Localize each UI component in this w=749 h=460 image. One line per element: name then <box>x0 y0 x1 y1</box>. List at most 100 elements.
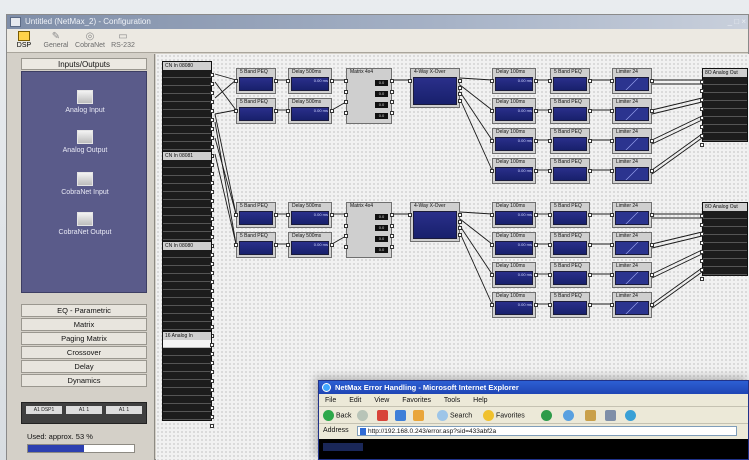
input-channel-slot[interactable] <box>163 364 211 372</box>
output-port[interactable] <box>210 343 214 347</box>
output-port[interactable] <box>210 208 214 212</box>
output-port[interactable] <box>650 79 654 83</box>
mail-button[interactable] <box>585 410 598 421</box>
output-port[interactable] <box>390 79 394 83</box>
input-port[interactable] <box>700 259 704 263</box>
delay-block[interactable]: Delay 100ms 0.00 ms <box>490 292 538 318</box>
output-port[interactable] <box>210 73 214 77</box>
output-port[interactable] <box>210 397 214 401</box>
output-channel-slot[interactable] <box>703 219 747 227</box>
delay-block[interactable]: Delay 100ms 0.00 ms <box>490 158 538 184</box>
input-channel-slot[interactable] <box>163 314 211 322</box>
input-port[interactable] <box>610 109 614 113</box>
messenger-button[interactable] <box>625 410 638 421</box>
output-port[interactable] <box>210 145 214 149</box>
input-channel-slot[interactable] <box>163 200 211 208</box>
signal-wire[interactable] <box>651 271 703 309</box>
output-port[interactable] <box>588 79 592 83</box>
input-port[interactable] <box>610 273 614 277</box>
menu-file[interactable]: File <box>325 397 336 404</box>
input-channel-slot[interactable] <box>163 232 211 240</box>
output-channel-slot[interactable] <box>703 251 747 259</box>
input-channel-slot[interactable] <box>163 404 211 412</box>
input-channel-slot[interactable] <box>163 102 211 110</box>
matrix-gain-cell[interactable]: 0.0 <box>375 91 388 97</box>
output-port[interactable] <box>210 280 214 284</box>
back-button[interactable]: Back <box>323 410 352 421</box>
toolbar-cobranet-button[interactable]: ◎ CobraNet <box>73 31 107 51</box>
output-port[interactable] <box>274 243 278 247</box>
delay-block[interactable]: Delay 500ms 0.00 ms <box>286 232 334 258</box>
toolbar-dsp-button[interactable]: DSP <box>13 31 35 51</box>
output-port[interactable] <box>210 298 214 302</box>
output-port[interactable] <box>210 235 214 239</box>
input-port[interactable] <box>548 273 552 277</box>
print-button[interactable] <box>605 410 618 421</box>
signal-wire[interactable] <box>214 73 237 81</box>
input-port[interactable] <box>490 243 494 247</box>
input-port[interactable] <box>344 100 348 104</box>
output-channel-slot[interactable] <box>703 85 747 93</box>
input-channel-slot[interactable] <box>163 340 211 348</box>
output-port[interactable] <box>210 406 214 410</box>
favorites-button[interactable]: Favorites <box>483 410 525 421</box>
input-port[interactable] <box>700 80 704 84</box>
toolbar-general-button[interactable]: ✎ General <box>41 31 71 51</box>
input-channel-slot[interactable] <box>163 306 211 314</box>
signal-wire[interactable] <box>214 137 237 215</box>
delay-block[interactable]: Delay 100ms 0.00 ms <box>490 98 538 124</box>
input-port[interactable] <box>700 268 704 272</box>
input-channel-slot[interactable] <box>163 94 211 102</box>
input-channel-slot[interactable] <box>163 356 211 364</box>
matrix-block[interactable]: Matrix 4x4 0.0 0.0 0.0 0.0 <box>344 202 394 258</box>
signal-wire[interactable] <box>651 137 703 175</box>
limiter-block[interactable]: Limiter 24 <box>610 68 654 94</box>
output-port[interactable] <box>588 243 592 247</box>
input-port[interactable] <box>490 213 494 217</box>
input-port[interactable] <box>234 109 238 113</box>
delay-block[interactable]: Delay 100ms 0.00 ms <box>490 202 538 228</box>
output-port[interactable] <box>210 262 214 266</box>
palette-cobranet-output[interactable]: CobraNet Output <box>22 212 148 236</box>
media-button[interactable] <box>541 410 554 421</box>
input-port[interactable] <box>408 213 412 217</box>
input-port[interactable] <box>234 79 238 83</box>
input-port[interactable] <box>700 250 704 254</box>
output-port[interactable] <box>390 223 394 228</box>
matrix-gain-cell[interactable]: 0.0 <box>375 225 388 231</box>
delay-block[interactable]: Delay 500ms 0.00 ms <box>286 68 334 94</box>
output-port[interactable] <box>458 98 462 103</box>
peq-block[interactable]: 5 Band PEQ <box>234 232 278 258</box>
input-channel-slot[interactable] <box>163 126 211 134</box>
output-port[interactable] <box>210 325 214 329</box>
output-port[interactable] <box>588 139 592 143</box>
output-port[interactable] <box>210 271 214 275</box>
output-channel-slot[interactable] <box>703 211 747 219</box>
input-port[interactable] <box>700 143 704 147</box>
category-eq-parametric[interactable]: EQ - Parametric <box>21 304 147 317</box>
input-channel-slot[interactable] <box>163 282 211 290</box>
input-channel-slot[interactable] <box>163 134 211 142</box>
input-port[interactable] <box>700 107 704 111</box>
input-channel-slot[interactable] <box>163 396 211 404</box>
output-channel-slot[interactable] <box>703 259 747 267</box>
output-port[interactable] <box>534 303 538 307</box>
input-channel-slot[interactable] <box>163 372 211 380</box>
input-port[interactable] <box>610 243 614 247</box>
limiter-block[interactable]: Limiter 24 <box>610 232 654 258</box>
search-button[interactable]: Search <box>437 410 472 421</box>
output-port[interactable] <box>650 243 654 247</box>
output-channel-slot[interactable] <box>703 101 747 109</box>
output-port[interactable] <box>534 273 538 277</box>
limiter-block[interactable]: Limiter 24 <box>610 202 654 228</box>
input-channel-slot[interactable] <box>163 266 211 274</box>
input-port[interactable] <box>548 303 552 307</box>
signal-wire[interactable] <box>651 253 703 279</box>
input-port[interactable] <box>700 134 704 138</box>
output-port[interactable] <box>274 213 278 217</box>
input-channel-slot[interactable] <box>163 274 211 282</box>
output-port[interactable] <box>210 127 214 131</box>
output-channel-slot[interactable] <box>703 267 747 275</box>
input-block[interactable]: CN In 08080 <box>162 241 214 338</box>
input-channel-slot[interactable] <box>163 78 211 86</box>
